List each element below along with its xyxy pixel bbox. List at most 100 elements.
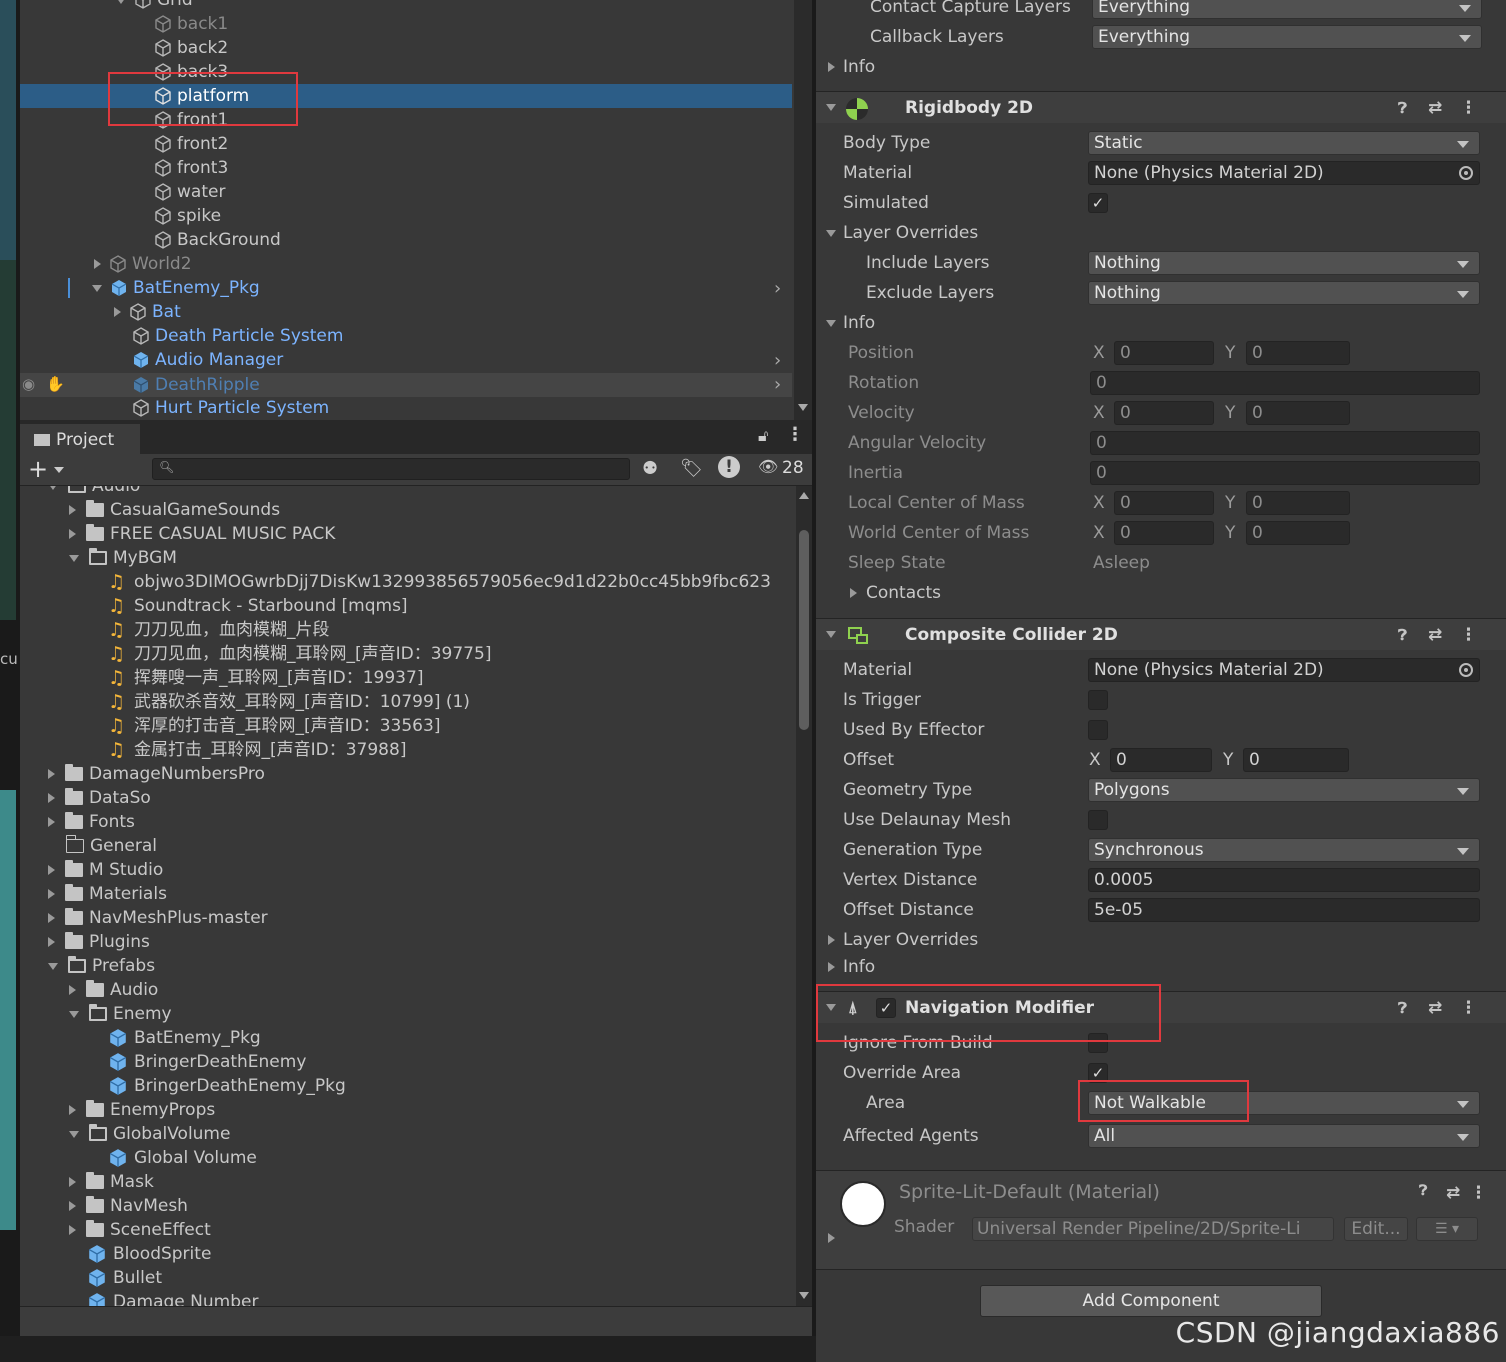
folder-item[interactable]: M Studio [48,858,163,882]
folder-item[interactable]: NavMesh [69,1194,188,1218]
expand-arrow-icon[interactable] [48,913,55,923]
collapse-arrow-icon[interactable] [69,554,79,562]
folder-item[interactable]: Audio [48,486,140,498]
expand-arrow-icon[interactable] [828,1233,835,1243]
expand-arrow-icon[interactable] [828,62,835,72]
simulated-checkbox[interactable]: ✓ [1088,193,1108,213]
collapse-arrow-icon[interactable] [69,1130,79,1138]
geometry-type-dropdown[interactable]: Polygons [1088,778,1480,802]
scroll-down-arrow-icon[interactable] [798,404,808,411]
tree-item-bat[interactable]: Bat [114,300,181,324]
folder-item[interactable]: FREE CASUAL MUSIC PACK [69,522,335,546]
expand-arrow-icon[interactable] [828,935,835,945]
expand-arrow-icon[interactable] [48,817,55,827]
expand-arrow-icon[interactable] [69,985,76,995]
tree-item-death-particle[interactable]: Death Particle System [132,324,343,348]
folder-item[interactable]: GlobalVolume [69,1122,230,1146]
asset-audio-clip[interactable]: ♫ 刀刀见血，血肉模糊_片段 [90,618,330,642]
asset-audio-clip[interactable]: ♫ 浑厚的打击音_耳聆网_[声音ID：33563] [90,714,440,738]
tree-item-background[interactable]: BackGround [154,228,281,252]
asset-prefab[interactable]: BloodSprite [69,1242,211,1266]
presets-icon[interactable]: ⇄ [1428,619,1442,651]
used-by-effector-checkbox[interactable] [1088,720,1108,740]
open-prefab-chevron-icon[interactable]: › [774,350,781,371]
help-icon[interactable]: ❓︎ [1419,1183,1427,1199]
expand-arrow-icon[interactable] [850,588,857,598]
collapse-arrow-icon[interactable] [48,486,58,490]
folder-item[interactable]: Enemy [69,1002,172,1026]
folder-item[interactable]: General [48,834,157,858]
hierarchy-scrollbar[interactable] [794,0,812,420]
asset-prefab[interactable]: Global Volume [90,1146,257,1170]
collapse-arrow-icon[interactable] [48,962,58,970]
more-menu-icon[interactable]: ⋮ [786,424,804,445]
tree-item-spike[interactable]: spike [154,204,221,228]
collapse-arrow-icon[interactable] [826,320,836,327]
offset-y-field[interactable]: 0 [1243,748,1349,772]
expand-arrow-icon[interactable] [48,769,55,779]
folder-item[interactable]: DataSo [48,786,151,810]
folder-item[interactable]: Plugins [48,930,150,954]
filter-type-icon[interactable]: ⚉ [642,458,658,479]
tree-item-front2[interactable]: front2 [154,132,228,156]
collapse-arrow-icon[interactable] [69,1010,79,1018]
rigidbody2d-header[interactable]: Rigidbody 2D ❓︎ ⇄ ⋮ [816,91,1506,123]
shader-dropdown[interactable]: Universal Render Pipeline/2D/Sprite-Li [972,1217,1334,1241]
exclude-layers-dropdown[interactable]: Nothing [1088,281,1480,305]
asset-prefab[interactable]: Bullet [69,1266,162,1290]
folder-item[interactable]: CasualGameSounds [69,498,280,522]
asset-prefab[interactable]: BringerDeathEnemy_Pkg [90,1074,346,1098]
folder-item[interactable]: Audio [69,978,158,1002]
asset-prefab[interactable]: BringerDeathEnemy [90,1050,306,1074]
tree-item-death-ripple[interactable]: DeathRipple [132,373,260,397]
folder-item[interactable]: Fonts [48,810,135,834]
expand-arrow-icon[interactable] [94,259,101,269]
include-layers-dropdown[interactable]: Nothing [1088,251,1480,275]
open-prefab-chevron-icon[interactable]: › [774,374,781,395]
open-prefab-chevron-icon[interactable]: › [774,278,781,299]
expand-arrow-icon[interactable] [48,889,55,899]
presets-icon[interactable]: ⇄ [1428,992,1442,1024]
component-menu-icon[interactable]: ⋮ [1460,619,1477,651]
help-icon[interactable]: ❓︎ [1398,992,1407,1024]
asset-audio-clip[interactable]: ♫ 刀刀见血，血肉模糊_耳聆网_[声音ID：39775] [90,642,491,666]
search-input[interactable]: 🔍︎ [152,458,630,480]
folder-item[interactable]: Prefabs [48,954,155,978]
add-component-button[interactable]: Add Component [980,1285,1322,1317]
tree-item-grid[interactable]: Grid [116,0,193,12]
create-dropdown-icon[interactable] [54,467,64,473]
asset-audio-clip[interactable]: ♫ 武器砍杀音效_耳聆网_[声音ID：10799] (1) [90,690,470,714]
contact-capture-dropdown[interactable]: Everything [1092,0,1482,19]
folder-item[interactable]: EnemyProps [69,1098,215,1122]
rb-layer-overrides-foldout[interactable]: Layer Overrides [816,218,1506,248]
vertex-distance-field[interactable]: 0.0005 [1088,868,1480,892]
presets-icon[interactable]: ⇄ [1446,1183,1460,1203]
folder-item[interactable]: DamageNumbersPro [48,762,265,786]
scroll-down-arrow-icon[interactable] [799,1292,809,1299]
hidden-packages-icon[interactable]: 👁︎ [758,457,778,476]
cc-info-foldout[interactable]: Info [816,952,1506,982]
composite-collider-header[interactable]: Composite Collider 2D ❓︎ ⇄ ⋮ [816,618,1506,650]
expand-arrow-icon[interactable] [69,529,76,539]
log-warning-icon[interactable]: ! [718,456,740,478]
asset-audio-clip[interactable]: ♫ Soundtrack - Starbound [mqms] [90,594,408,618]
asset-audio-clip[interactable]: ♫ 金属打击_耳聆网_[声音ID：37988] [90,738,406,762]
tree-item-audio-manager[interactable]: Audio Manager [132,348,283,372]
asset-prefab[interactable]: BatEnemy_Pkg [90,1026,261,1050]
folder-item[interactable]: SceneEffect [69,1218,211,1242]
pickability-hand-icon[interactable]: ✋ [46,375,65,393]
project-scroll-thumb[interactable] [799,530,809,730]
collapse-arrow-icon[interactable] [826,104,836,111]
collapse-arrow-icon[interactable] [826,631,836,638]
tree-item-batenemy-pkg[interactable]: BatEnemy_Pkg [92,276,260,300]
shader-options-icon[interactable]: ☰ ▾ [1416,1217,1478,1241]
expand-arrow-icon[interactable] [114,307,121,317]
collapse-arrow-icon[interactable] [92,284,102,292]
asset-audio-clip[interactable]: ♫ 挥舞嗖一声_耳聆网_[声音ID：19937] [90,666,423,690]
asset-prefab[interactable]: Damage Number [69,1290,258,1306]
label-tag-icon[interactable]: 🏷︎ [680,458,703,479]
cc-material-object-field[interactable]: None (Physics Material 2D) [1088,658,1480,682]
expand-arrow-icon[interactable] [116,0,126,4]
expand-arrow-icon[interactable] [69,505,76,515]
callback-layers-dropdown[interactable]: Everything [1092,25,1482,49]
